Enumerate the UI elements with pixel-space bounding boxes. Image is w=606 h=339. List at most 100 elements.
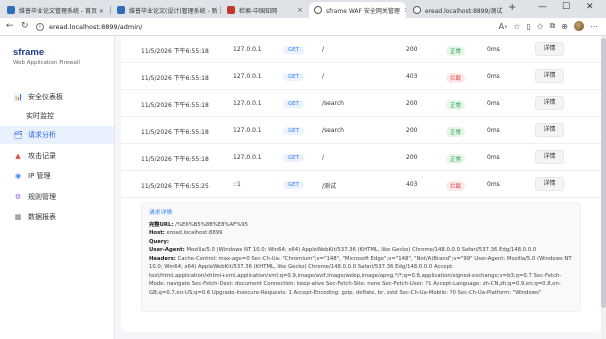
close-icon[interactable]: × [293,6,303,14]
sidebar-item-ip[interactable]: ◉ IP 管理 [0,167,114,185]
detail-headers: Headers: Cache-Control: max-age=0 Sec-Ch… [149,255,572,296]
attack-icon: ▲ [15,152,21,160]
cell-status-code: 200 [406,46,418,53]
table-row: 11/5/2026 下午6:55:18 127.0.0.1 GET/search 20… [121,117,601,144]
brand-subtitle: Web Application Firewall [13,60,80,66]
split-icon[interactable]: ▯ [526,22,530,31]
table-row: 11/5/2026 下午6:55:18 127.0.0.1 GET / 200 正常 0ms… [121,36,601,63]
detail-button[interactable]: 详情 [535,69,564,83]
cell-path: /测试 [322,183,337,190]
cell-duration: 0ms [487,100,500,107]
cell-ip: 127.0.0.1 [233,100,262,107]
detail-title: 请求详情 [149,210,173,216]
cell-time: 11/5/2026 下午6:55:18 [141,102,209,109]
status-badge: 正常 [446,127,466,137]
close-icon[interactable]: × [400,6,406,14]
status-badge: 正常 [446,154,466,164]
report-icon: ▦ [14,213,22,221]
sidebar-item-attacks[interactable]: ▲ 攻击记录 [0,147,114,165]
cell-time: 11/5/2026 下午6:55:18 [141,156,209,163]
method-badge: GET [283,181,305,189]
method-badge: GET [283,46,305,54]
tab-favicon-icon [117,6,125,14]
translate-icon[interactable]: A› [499,22,508,31]
tab-favicon-icon [227,6,235,14]
cell-time: 11/5/2026 下午6:55:18 [141,75,209,82]
browser-tab[interactable]: 维普毕业论文管理系统 - 首页 × [2,2,108,18]
detail-user-agent: User-Agent: Mozilla/5.0 (Windows NT 10.0… [149,247,537,253]
cell-ip: ::1 [233,181,241,188]
sidebar: sframe Web Application Firewall 📊 安全仪表板 … [0,36,115,339]
ip-icon: ◉ [14,172,22,180]
cell-path: / [322,154,325,161]
table-row: 11/5/2026 下午6:55:25::1 GET/测试 403 拦截 0ms 详情 [121,171,601,198]
avatar[interactable] [574,21,584,31]
cell-time: 11/5/2026 下午6:55:18 [141,129,209,136]
sidebar-item-analysis[interactable]: 🗂 请求分析 [0,126,114,144]
cell-ip: 127.0.0.1 [233,46,262,53]
cell-status-code: 403 [406,181,418,188]
site-info-icon[interactable]: i [36,23,44,31]
cell-path: / [322,73,325,80]
detail-button[interactable]: 详情 [535,42,564,56]
method-badge: GET [283,73,305,81]
back-icon[interactable]: ← [6,21,14,31]
detail-button[interactable]: 详情 [535,123,564,137]
cell-path: /search [322,100,344,107]
cell-ip: 127.0.0.1 [233,73,262,80]
browser-tab-active[interactable]: sframe WAF 安全网关管理 × [309,2,406,18]
detail-button[interactable]: 详情 [535,96,564,110]
globe-icon [413,6,421,14]
window-close-icon[interactable]: ✕ [586,2,594,12]
cell-duration: 0ms [487,127,500,134]
brand-logo: sframe [13,47,45,58]
reload-icon[interactable]: ↻ [21,21,29,31]
cell-time: 11/5/2026 下午6:55:25 [141,183,209,190]
favorites-list-icon[interactable]: ✩ [537,22,544,31]
url-input[interactable]: i eread.localhost:8899/admin/ [36,21,496,33]
cell-duration: 0ms [487,181,500,188]
analysis-icon: 🗂 [14,131,23,139]
status-badge: 拦截 [446,73,466,83]
scrollbar-thumb[interactable] [601,38,606,308]
detail-host: Host: eread.localhost:8899 [149,230,223,236]
maximize-icon[interactable]: ☐ [562,2,570,12]
browser-tab[interactable]: 检索-中国知网 × [222,2,308,18]
status-badge: 正常 [446,46,466,56]
method-badge: GET [283,100,305,108]
cell-ip: 127.0.0.1 [233,154,262,161]
detail-url: 完整URL: /%E6%B5%8B%E8%AF%95 [149,221,248,228]
cell-status-code: 403 [406,73,418,80]
extensions-icon[interactable]: ⊕ [561,22,568,31]
sidebar-item-reports[interactable]: ▦ 数据报表 [0,208,114,226]
rules-icon: ⚙ [14,193,22,201]
page: sframe Web Application Firewall 📊 安全仪表板 … [0,36,606,339]
address-bar: ← ↻ i eread.localhost:8899/admin/ A› ☆ ▯… [0,18,606,36]
close-icon[interactable]: × [502,6,504,14]
browser-tab[interactable]: eread.localhost:8899/测试 × [408,2,504,18]
table-row: 11/5/2026 下午6:55:18 127.0.0.1 GET / 200 正常 0ms… [121,144,601,171]
sidebar-item-dashboard[interactable]: 📊 安全仪表板 [0,88,114,106]
dashboard-icon: 📊 [14,93,23,101]
request-detail-panel: 请求详情 完整URL: /%E6%B5%8B%E8%AF%95 Host: er… [141,202,581,312]
method-badge: GET [283,127,305,135]
more-icon[interactable]: ⋯ [590,22,598,31]
detail-button[interactable]: 详情 [535,150,564,164]
collections-icon[interactable]: ⧉ [550,21,556,31]
cell-duration: 0ms [487,46,500,53]
cell-status-code: 200 [406,100,418,107]
globe-icon [314,6,322,14]
new-tab-icon[interactable]: + [508,2,516,13]
detail-button[interactable]: 详情 [535,177,564,191]
cell-time: 11/5/2026 下午6:55:18 [141,48,209,55]
browser-tab-bar: 维普毕业论文管理系统 - 首页 × 维普毕业论文(设计)管理系统 - 新 × 检… [0,0,606,18]
toolbar-icons: A› ☆ ▯ ✩ ⧉ ⊕ ⋯ [499,21,598,31]
sidebar-item-realtime[interactable]: 实时监控 [0,107,114,125]
method-badge: GET [283,154,305,162]
cell-path: / [322,46,325,53]
cell-status-code: 200 [406,154,418,161]
favorite-icon[interactable]: ☆ [513,22,520,31]
minimize-icon[interactable]: — [538,2,547,12]
browser-tab[interactable]: 维普毕业论文(设计)管理系统 - 新 × [112,2,218,18]
sidebar-item-rules[interactable]: ⚙ 规则管理 [0,188,114,206]
